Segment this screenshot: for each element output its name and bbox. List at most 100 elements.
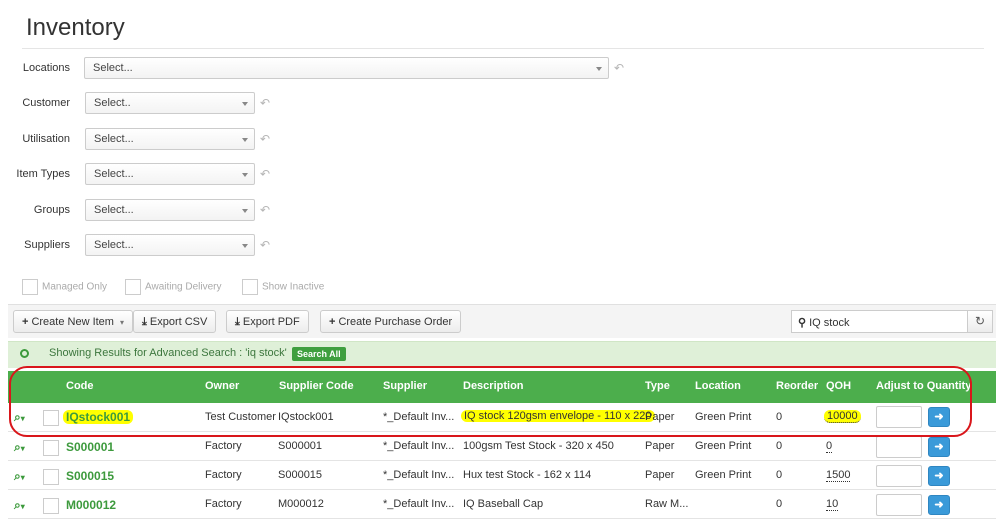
undo-icon[interactable]: ↶ <box>260 203 270 217</box>
locations-select[interactable]: Select... <box>84 57 609 79</box>
status-dot-icon <box>20 349 29 358</box>
title-divider <box>22 48 984 49</box>
cell-qoh-link[interactable]: 10 <box>826 498 839 511</box>
checkbox-label: Managed Only <box>42 281 108 293</box>
search-all-button[interactable]: Search All <box>292 347 346 361</box>
cell-reorder: 0 <box>776 498 783 510</box>
cell-supplier: *_Default Inv... <box>383 440 455 452</box>
item-code-link[interactable]: S000001 <box>66 440 114 454</box>
plus-icon: + <box>329 316 336 328</box>
cell-qoh-link[interactable]: 0 <box>826 440 833 453</box>
cell-supplier-code: M000012 <box>278 498 324 510</box>
groups-select[interactable]: Select... <box>85 199 255 221</box>
locations-select-value: Select... <box>93 62 133 74</box>
suppliers-select[interactable]: Select... <box>85 234 255 256</box>
cell-description: 100gsm Test Stock - 320 x 450 <box>463 440 614 452</box>
adjust-quantity-input[interactable] <box>876 436 922 458</box>
create-purchase-order-button[interactable]: + Create Purchase Order <box>320 310 462 333</box>
search-input[interactable]: ⚲ IQ stock <box>791 310 968 333</box>
awaiting-delivery-checkbox[interactable]: Awaiting Delivery <box>125 279 222 295</box>
create-purchase-order-label: Create Purchase Order <box>338 316 453 328</box>
cell-supplier: *_Default Inv... <box>383 498 455 510</box>
undo-icon[interactable]: ↶ <box>260 238 270 252</box>
show-inactive-checkbox[interactable]: Show Inactive <box>242 279 324 295</box>
export-pdf-button[interactable]: ⤓ Export PDF <box>226 310 309 333</box>
create-new-item-button[interactable]: + Create New Item ▾ <box>13 310 134 333</box>
adjust-quantity-input[interactable] <box>876 494 922 516</box>
page-title: Inventory <box>26 14 125 41</box>
checkbox-box[interactable] <box>242 279 258 295</box>
cell-owner: Factory <box>205 440 242 452</box>
download-icon: ⤓ <box>235 316 240 328</box>
arrow-right-icon[interactable]: ➜ <box>928 466 950 486</box>
filter-label-groups: Groups <box>33 204 70 216</box>
checkbox-label: Awaiting Delivery <box>145 281 222 293</box>
adjust-quantity-input[interactable] <box>876 465 922 487</box>
cell-type: Paper <box>645 440 675 452</box>
checkbox-box[interactable] <box>125 279 141 295</box>
chevron-down-icon <box>596 67 602 71</box>
results-text: Showing Results for Advanced Search : 'i… <box>49 347 287 359</box>
chevron-down-icon <box>242 102 248 106</box>
cell-owner: Factory <box>205 498 242 510</box>
cell-location: Green Print <box>695 440 752 452</box>
cell-description: Hux test Stock - 162 x 114 <box>463 469 592 481</box>
cell-qoh-link[interactable]: 1500 <box>826 469 851 482</box>
filter-label-utilisation: Utilisation <box>22 133 70 145</box>
cell-supplier-code: S000015 <box>278 469 323 481</box>
customer-select[interactable]: Select.. <box>85 92 255 114</box>
utilisation-select-value: Select... <box>94 133 134 145</box>
search-icon: ⚲ <box>798 317 807 329</box>
item-code-link[interactable]: S000015 <box>66 469 114 483</box>
arrow-right-icon[interactable]: ➜ <box>928 495 950 515</box>
undo-icon[interactable]: ↶ <box>260 132 270 146</box>
cell-reorder: 0 <box>776 440 783 452</box>
chevron-down-icon <box>242 138 248 142</box>
filter-label-suppliers: Suppliers <box>24 239 70 251</box>
row-checkbox[interactable] <box>43 440 59 456</box>
cell-owner: Factory <box>205 469 242 481</box>
chevron-down-icon: ▾ <box>120 318 125 327</box>
export-csv-button[interactable]: ⤓ Export CSV <box>133 310 217 333</box>
magnify-dropdown-icon[interactable]: ⌕▾ <box>14 498 25 513</box>
search-input-value: IQ stock <box>809 317 850 329</box>
filter-label-locations: Locations <box>22 62 70 74</box>
groups-select-value: Select... <box>94 204 134 216</box>
undo-icon[interactable]: ↶ <box>260 167 270 181</box>
chevron-down-icon <box>242 209 248 213</box>
export-csv-label: Export CSV <box>149 316 208 328</box>
undo-icon[interactable]: ↶ <box>260 96 270 110</box>
cell-type: Paper <box>645 469 675 481</box>
create-new-item-label: Create New Item <box>31 316 114 328</box>
chevron-down-icon <box>242 244 248 248</box>
item-types-select-value: Select... <box>94 168 134 180</box>
row-checkbox[interactable] <box>43 469 59 485</box>
clear-icon[interactable]: ↻ <box>967 310 993 333</box>
cell-reorder: 0 <box>776 469 783 481</box>
checkbox-label: Show Inactive <box>262 281 325 293</box>
cell-supplier-code: S000001 <box>278 440 323 452</box>
export-pdf-label: Export PDF <box>242 316 300 328</box>
checkbox-box[interactable] <box>22 279 38 295</box>
annotation-highlight-ring <box>9 366 972 437</box>
utilisation-select[interactable]: Select... <box>85 128 255 150</box>
suppliers-select-value: Select... <box>94 239 134 251</box>
download-icon: ⤓ <box>142 316 147 328</box>
plus-icon: + <box>22 316 29 328</box>
managed-only-checkbox[interactable]: Managed Only <box>22 279 107 295</box>
item-types-select[interactable]: Select... <box>85 163 255 185</box>
arrow-right-icon[interactable]: ➜ <box>928 437 950 457</box>
undo-icon[interactable]: ↶ <box>614 61 624 75</box>
customer-select-value: Select.. <box>94 97 131 109</box>
row-checkbox[interactable] <box>43 498 59 514</box>
cell-description: IQ Baseball Cap <box>463 498 544 510</box>
magnify-dropdown-icon[interactable]: ⌕▾ <box>14 440 25 455</box>
cell-location: Green Print <box>695 469 752 481</box>
item-code-link[interactable]: M000012 <box>66 498 116 512</box>
filter-label-customer: Customer <box>22 97 70 109</box>
magnify-dropdown-icon[interactable]: ⌕▾ <box>14 469 25 484</box>
cell-type: Raw M... <box>645 498 689 510</box>
filter-label-item-types: Item Types <box>16 168 70 180</box>
cell-supplier: *_Default Inv... <box>383 469 455 481</box>
chevron-down-icon <box>242 173 248 177</box>
